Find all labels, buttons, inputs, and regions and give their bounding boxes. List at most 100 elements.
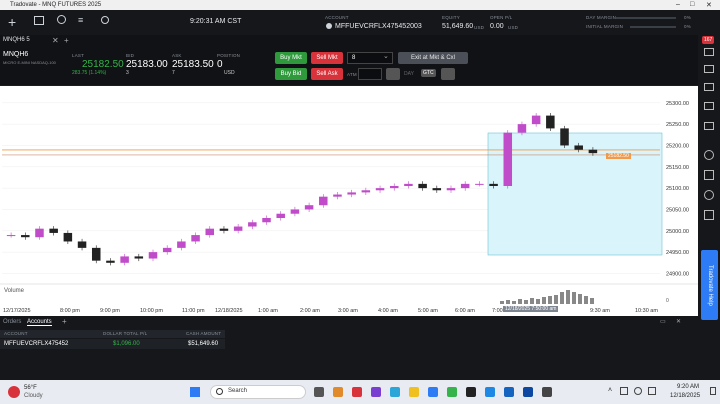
- app-icon-4[interactable]: [390, 387, 400, 397]
- exit-cancel-button[interactable]: Exit at Mkt & Cxl: [398, 52, 468, 64]
- volume-icon[interactable]: [648, 387, 656, 395]
- candle: [21, 235, 30, 238]
- volume-bar: [578, 294, 582, 304]
- panel-menu-icon[interactable]: ▭: [660, 318, 666, 325]
- candle: [546, 115, 555, 129]
- volume-bar: [512, 301, 516, 304]
- candle: [276, 213, 285, 218]
- candle: [304, 205, 314, 210]
- x-tick-label: 5:00 am: [418, 308, 438, 314]
- buy-mkt-button[interactable]: Buy Mkt: [275, 52, 307, 64]
- video-icon[interactable]: [704, 210, 714, 220]
- chart-tab[interactable]: MNQH6 5: [3, 37, 30, 43]
- panel-close-icon[interactable]: ✕: [676, 318, 681, 325]
- x-tick-label: 6:00 am: [455, 308, 475, 314]
- quote-bar: MNQH6 5 ✕ + MNQH6 MICRO E-MINI NASDAQ-10…: [0, 35, 698, 85]
- close-tab-icon[interactable]: ✕: [52, 36, 59, 45]
- symbol[interactable]: MNQH6: [3, 51, 28, 58]
- sell-mkt-button[interactable]: Sell Mkt: [311, 52, 343, 64]
- start-icon[interactable]: [190, 387, 200, 397]
- orders-icon[interactable]: [704, 102, 714, 110]
- app-icon-2[interactable]: [352, 387, 362, 397]
- sell-ask-button[interactable]: Sell Ask: [311, 68, 343, 80]
- candle: [177, 241, 186, 248]
- tab-accounts[interactable]: Accounts: [27, 319, 52, 326]
- minimize-button[interactable]: –: [676, 1, 680, 8]
- chrome-icon[interactable]: [447, 387, 457, 397]
- candle: [389, 186, 399, 189]
- layout-icon[interactable]: [34, 16, 44, 25]
- clock-icon-rail[interactable]: [704, 150, 714, 160]
- search-box[interactable]: [210, 385, 306, 399]
- ask-price: 25183.50: [172, 59, 214, 70]
- quantity-dropdown-icon[interactable]: ⌄: [383, 52, 389, 60]
- app-icon-1[interactable]: [333, 387, 343, 397]
- y-tick-label: 25150.00: [666, 165, 689, 171]
- openpl-label: OPEN P/L: [490, 15, 513, 20]
- settings-toggle-icon[interactable]: [441, 68, 455, 80]
- app-icon-3[interactable]: [371, 387, 381, 397]
- y-tick-label: 25200.00: [666, 143, 689, 149]
- position-value: 0: [217, 59, 223, 70]
- panel-icon[interactable]: [704, 48, 714, 56]
- notification-badge[interactable]: 167: [702, 36, 715, 44]
- volume-bar: [506, 300, 510, 304]
- buy-bid-button[interactable]: Buy Bid: [275, 68, 307, 80]
- maximize-button[interactable]: □: [690, 1, 694, 8]
- tif-gtc[interactable]: GTC: [421, 69, 436, 77]
- col-pl: DOLLAR TOTAL P/L: [103, 331, 148, 336]
- settings-icon[interactable]: [704, 190, 714, 200]
- volume-bar: [548, 296, 552, 304]
- app-icon-6[interactable]: [466, 387, 476, 397]
- file-explorer-icon[interactable]: [409, 387, 419, 397]
- help-tab[interactable]: Tradovate Help: [701, 250, 718, 320]
- add-tab-icon[interactable]: +: [64, 36, 69, 45]
- app-icon-5[interactable]: [428, 387, 438, 397]
- app-icon-9[interactable]: [542, 387, 552, 397]
- x-tick-label: 10:00 pm: [140, 308, 163, 314]
- tab-orders[interactable]: Orders: [3, 319, 21, 325]
- position-unit: USD: [224, 70, 235, 76]
- price-chart[interactable]: 25300.00 25250.00 25200.00 25150.00 25100.00…: [0, 86, 698, 316]
- account-label: ACCOUNT: [325, 15, 349, 20]
- candle: [35, 228, 44, 238]
- add-panel-icon[interactable]: +: [62, 317, 67, 326]
- highlight-box: [487, 132, 663, 256]
- weather-icon[interactable]: [8, 386, 20, 398]
- last-label: LAST: [72, 53, 85, 58]
- trophy-icon[interactable]: [704, 170, 714, 180]
- app-icon-7[interactable]: [485, 387, 495, 397]
- close-button[interactable]: ✕: [706, 1, 712, 9]
- bid-price: 25183.00: [126, 59, 168, 70]
- grid-icon[interactable]: [704, 122, 714, 130]
- clock-icon[interactable]: [57, 15, 66, 24]
- y-tick-label: 25000.00: [666, 229, 689, 235]
- equity-label: EQUITY: [442, 15, 460, 20]
- candle: [375, 188, 385, 191]
- account-select[interactable]: MFFUEVCRFLX475452003: [335, 23, 422, 30]
- tray-chevron-icon[interactable]: ˄: [608, 387, 612, 394]
- row-account: MFFUEVCRFLX475452: [4, 341, 69, 347]
- tif-day[interactable]: DAY: [404, 71, 414, 77]
- search-icon[interactable]: [101, 16, 109, 24]
- candle: [91, 247, 101, 261]
- chart-canvas[interactable]: 25300.00 25250.00 25200.00 25150.00 25100.00…: [0, 86, 698, 316]
- atm-select[interactable]: [358, 68, 382, 80]
- app-icon-8[interactable]: [523, 387, 533, 397]
- tif-toggle-icon[interactable]: [386, 68, 400, 80]
- candle: [560, 128, 569, 146]
- candle: [233, 226, 243, 231]
- change: 283.75 (1.14%): [72, 70, 107, 76]
- list-icon[interactable]: ≡: [78, 15, 83, 25]
- taskview-icon[interactable]: [314, 387, 324, 397]
- wifi-icon[interactable]: [634, 387, 642, 395]
- tray-icon-1[interactable]: [620, 387, 628, 395]
- chart-icon[interactable]: [704, 65, 714, 73]
- add-icon[interactable]: +: [8, 14, 16, 30]
- dom-icon[interactable]: [704, 83, 714, 91]
- x-tick-label: 11:00 pm: [182, 308, 205, 314]
- tradovate-icon[interactable]: [504, 387, 514, 397]
- equity-value: 51,649.60: [442, 23, 474, 30]
- x-tick-label: 4:00 am: [378, 308, 398, 314]
- notification-icon[interactable]: [710, 387, 716, 395]
